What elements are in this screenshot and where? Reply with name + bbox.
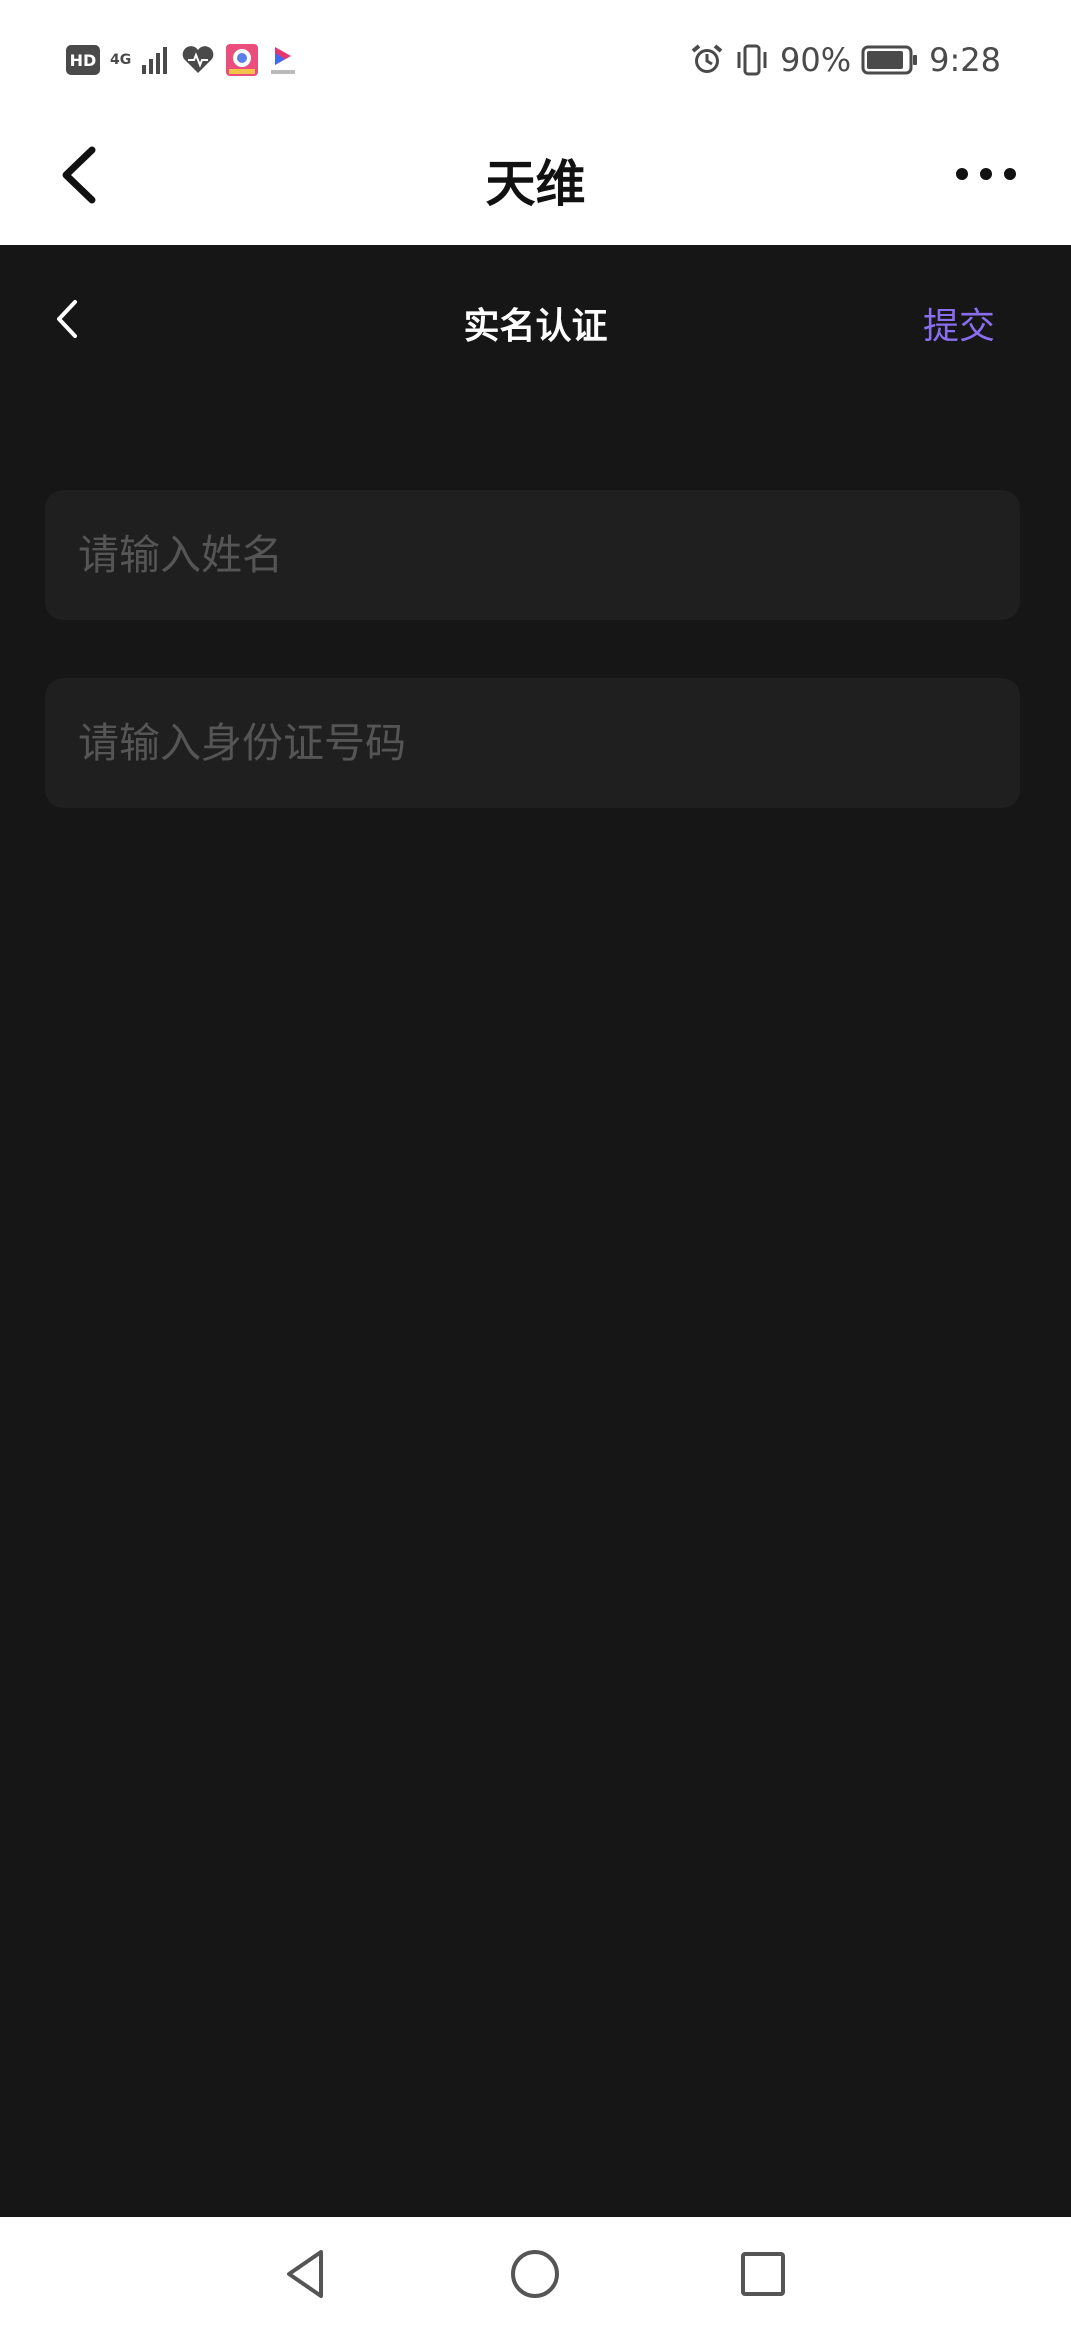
status-bar: HD 4G 90% 9:28	[0, 0, 1071, 118]
app-notification-icon-2	[271, 47, 296, 74]
more-icon[interactable]	[951, 154, 1021, 194]
nav-back-icon[interactable]	[272, 2239, 342, 2309]
id-number-input[interactable]	[45, 678, 1020, 808]
app-notification-icon	[226, 44, 259, 76]
page-title: 实名认证	[463, 306, 608, 347]
app-header: 天维	[0, 118, 1071, 245]
hd-icon: HD	[66, 45, 100, 75]
id-field-container	[45, 678, 1020, 808]
status-right: 90% 9:28	[690, 40, 1001, 80]
system-nav-bar	[0, 2217, 1071, 2331]
battery-icon	[861, 45, 918, 75]
app-title: 天维	[485, 155, 586, 213]
submit-button[interactable]: 提交	[923, 297, 995, 349]
battery-percent: 90%	[780, 41, 852, 79]
name-input[interactable]	[45, 490, 1020, 620]
alarm-icon	[691, 44, 723, 73]
vibrate-icon	[737, 44, 767, 76]
nav-recents-icon[interactable]	[728, 2239, 798, 2309]
network-type: 4G	[110, 52, 132, 68]
status-left: HD 4G	[66, 40, 297, 80]
clock: 9:28	[929, 41, 1001, 79]
nav-home-icon[interactable]	[500, 2239, 570, 2309]
verification-page: 实名认证 提交	[0, 245, 1071, 2217]
signal-icon	[142, 47, 168, 74]
heart-icon	[182, 46, 214, 73]
name-field-container	[45, 490, 1020, 620]
